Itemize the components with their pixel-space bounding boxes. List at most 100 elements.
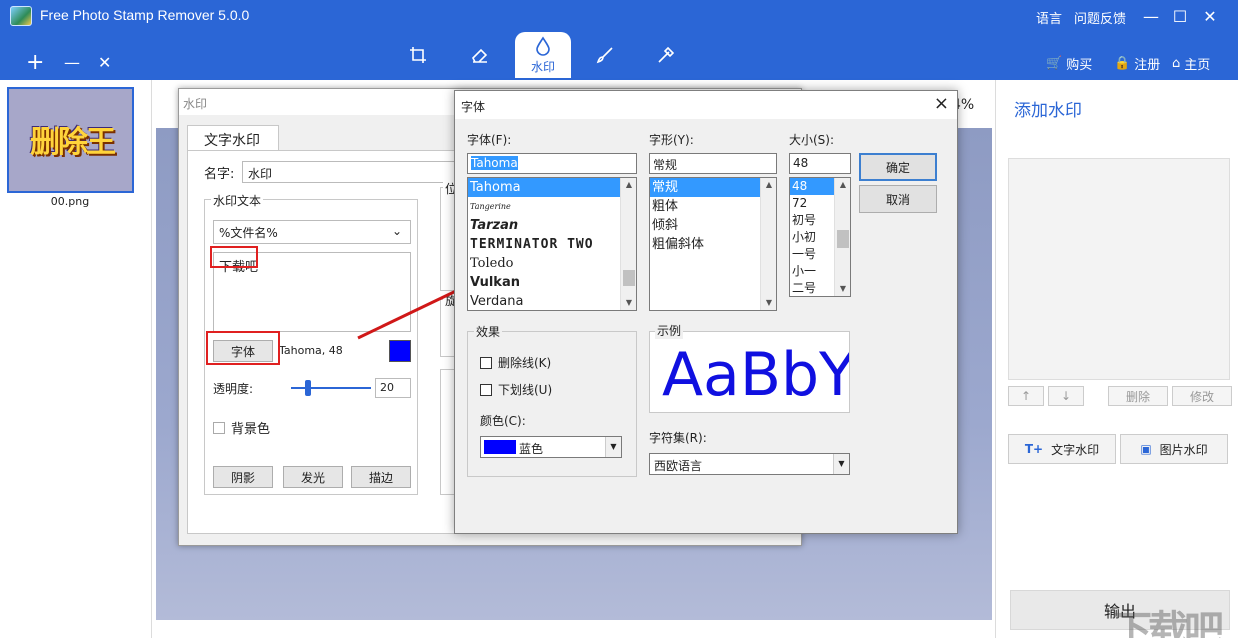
- color-label: 颜色(C):: [480, 414, 526, 428]
- size-list-scrollbar[interactable]: ▲ ▼: [834, 178, 850, 296]
- scroll-up-icon[interactable]: ▲: [835, 178, 850, 192]
- crop-icon: [410, 47, 426, 63]
- font-dialog: 字体 × 字体(F): Tahoma Tahoma Tangerine Tarz…: [454, 90, 958, 534]
- text-add-icon: T+: [1024, 442, 1044, 456]
- effects-group-title: 效果: [474, 323, 503, 340]
- watermark-text-group-title: 水印文本: [211, 192, 264, 209]
- effects-group: 效果 删除线(K) 下划线(U) 颜色(C): 蓝色 ▼: [467, 323, 637, 477]
- font-option[interactable]: Vulkan: [468, 273, 636, 292]
- tab-text-watermark[interactable]: 文字水印: [187, 125, 279, 151]
- home-link[interactable]: ⌂ 主页: [1172, 54, 1210, 73]
- text-color-swatch[interactable]: [389, 340, 411, 362]
- font-list-scrollbar[interactable]: ▲ ▼: [620, 178, 636, 310]
- style-list[interactable]: 常规 粗体 倾斜 粗偏斜体 ▲ ▼: [649, 177, 777, 311]
- text-watermark-button[interactable]: T+ 文字水印: [1008, 434, 1116, 464]
- scroll-down-icon[interactable]: ▼: [835, 282, 850, 296]
- font-option[interactable]: TERMINATOR TWO: [468, 235, 636, 254]
- watermark-tool[interactable]: 水印: [515, 32, 571, 78]
- style-option[interactable]: 粗偏斜体: [650, 235, 776, 254]
- style-list-scrollbar[interactable]: ▲ ▼: [760, 178, 776, 310]
- watermark-tool-label: 水印: [530, 59, 555, 74]
- thumbnail-item[interactable]: 删除王: [7, 87, 134, 193]
- scroll-down-icon[interactable]: ▼: [761, 296, 776, 310]
- size-input[interactable]: 48: [789, 153, 851, 174]
- opacity-input[interactable]: 20: [375, 378, 411, 398]
- charset-select[interactable]: 西欧语言 ▼: [649, 453, 850, 475]
- add-file-button[interactable]: +: [26, 52, 44, 74]
- style-label: 字形(Y):: [649, 133, 694, 147]
- minimize-button[interactable]: —: [1138, 6, 1164, 28]
- charset-select-value: 西欧语言: [654, 459, 703, 473]
- image-watermark-button[interactable]: ▣ 图片水印: [1120, 434, 1228, 464]
- background-color-label: 背景色: [231, 422, 271, 437]
- strikeout-checkbox[interactable]: 删除线(K): [480, 354, 551, 371]
- name-input[interactable]: 水印: [242, 161, 472, 183]
- sample-preview: AaBbYyZz: [649, 331, 850, 413]
- background-color-checkbox[interactable]: 背景色: [213, 418, 270, 437]
- shadow-button[interactable]: 阴影: [213, 466, 273, 488]
- brush-tool[interactable]: [577, 32, 633, 78]
- name-label: 名字:: [204, 167, 235, 182]
- language-link[interactable]: 语言: [1036, 8, 1062, 27]
- register-link[interactable]: 🔒 注册: [1114, 54, 1160, 73]
- close-button[interactable]: ✕: [1197, 6, 1223, 28]
- move-down-button[interactable]: ↓: [1048, 386, 1084, 406]
- style-input[interactable]: 常规: [649, 153, 777, 174]
- feedback-link[interactable]: 问题反馈: [1074, 8, 1126, 27]
- thumbnail-panel: 删除王 00.png: [0, 80, 152, 638]
- cart-icon: 🛒: [1046, 56, 1063, 71]
- buy-link[interactable]: 🛒 购买: [1046, 54, 1092, 73]
- underline-checkbox[interactable]: 下划线(U): [480, 381, 552, 398]
- glow-button[interactable]: 发光: [283, 466, 343, 488]
- scroll-up-icon[interactable]: ▲: [761, 178, 776, 192]
- size-list[interactable]: 48 72 初号 小初 一号 小一 二号 ▲ ▼: [789, 177, 851, 297]
- eraser-tool[interactable]: [452, 32, 508, 78]
- font-option[interactable]: Tarzan: [468, 216, 636, 235]
- remove-file-button[interactable]: —: [64, 52, 80, 74]
- text-template-select[interactable]: %文件名% ⌄: [213, 220, 411, 244]
- modify-watermark-button[interactable]: 修改: [1172, 386, 1232, 406]
- font-option[interactable]: Toledo: [468, 254, 636, 273]
- font-list[interactable]: Tahoma Tangerine Tarzan TERMINATOR TWO T…: [467, 177, 637, 311]
- font-option[interactable]: Tahoma: [468, 178, 636, 197]
- add-watermark-title: 添加水印: [1014, 101, 1082, 121]
- buy-label: 购买: [1066, 58, 1093, 73]
- maximize-button[interactable]: ☐: [1167, 6, 1193, 28]
- opacity-slider-handle[interactable]: [305, 380, 311, 396]
- style-option[interactable]: 倾斜: [650, 216, 776, 235]
- register-label: 注册: [1134, 58, 1161, 73]
- ok-button[interactable]: 确定: [859, 153, 937, 181]
- app-logo-icon: [10, 6, 32, 26]
- font-option[interactable]: Tangerine: [468, 197, 636, 216]
- scroll-down-icon[interactable]: ▼: [621, 296, 636, 310]
- size-list-scroll-thumb[interactable]: [837, 230, 849, 248]
- font-list-scroll-thumb[interactable]: [623, 270, 635, 286]
- charset-label: 字符集(R):: [649, 431, 707, 445]
- chevron-down-icon: ⌄: [391, 224, 402, 238]
- scroll-up-icon[interactable]: ▲: [621, 178, 636, 192]
- stroke-button[interactable]: 描边: [351, 466, 411, 488]
- font-dialog-close-icon[interactable]: ×: [934, 93, 949, 114]
- style-option[interactable]: 粗体: [650, 197, 776, 216]
- style-option[interactable]: 常规: [650, 178, 776, 197]
- clear-files-button[interactable]: ✕: [98, 52, 111, 74]
- opacity-slider[interactable]: [291, 380, 371, 396]
- font-option[interactable]: Verdana: [468, 292, 636, 310]
- strikeout-checkbox-box: [480, 356, 492, 369]
- delete-watermark-button[interactable]: 删除: [1108, 386, 1168, 406]
- wand-tool[interactable]: [638, 32, 694, 78]
- font-description: Tahoma, 48: [279, 344, 343, 357]
- font-dialog-title: 字体: [455, 91, 957, 119]
- move-up-button[interactable]: ↑: [1008, 386, 1044, 406]
- watermark-list[interactable]: [1008, 158, 1230, 380]
- crop-tool[interactable]: [390, 32, 446, 78]
- color-select[interactable]: 蓝色 ▼: [480, 436, 622, 458]
- font-input[interactable]: Tahoma: [467, 153, 637, 174]
- sample-group-title: 示例: [655, 322, 684, 339]
- font-input-value: Tahoma: [471, 156, 518, 170]
- cancel-button[interactable]: 取消: [859, 185, 937, 213]
- site-watermark: 下载吧: [1112, 608, 1224, 638]
- top-bar: Free Photo Stamp Remover 5.0.0 语言 问题反馈 —…: [0, 0, 1238, 80]
- opacity-label: 透明度:: [213, 382, 254, 396]
- eraser-icon: [472, 48, 488, 63]
